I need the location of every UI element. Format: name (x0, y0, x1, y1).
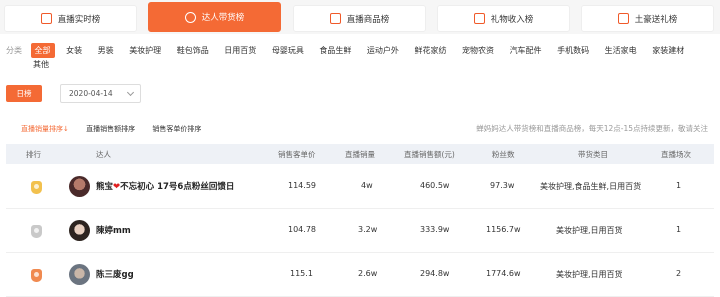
unit-price: 104.78 (288, 225, 316, 234)
chevron-down-icon (126, 88, 135, 97)
gift-icon (473, 13, 485, 24)
page: 直播实时榜 达人带货榜 直播商品榜 礼物收入榜 土豪送礼榜 分类 全部 女装 男… (0, 0, 720, 297)
sort-by-unit-price[interactable]: 销售客单价排序 (152, 124, 201, 134)
unit-price: 115.1 (290, 269, 313, 278)
daily-rank-button[interactable]: 日榜 (6, 85, 42, 102)
tab-label: 直播实时榜 (57, 14, 101, 25)
header-category: 带货类目 (578, 150, 608, 159)
sales-amount: 294.8w (420, 269, 450, 278)
ranking-panel: 分类 全部 女装 男装 美妆护理 鞋包饰品 日用百货 母婴玩具 食品生鲜 运动户… (0, 34, 720, 297)
tab-live-products[interactable]: 直播商品榜 (293, 5, 426, 32)
session-count: 1 (676, 225, 682, 234)
date-select[interactable]: 2020-04-14 (60, 84, 141, 103)
sales-amount: 333.9w (420, 225, 450, 234)
avatar[interactable] (69, 176, 90, 197)
table-row[interactable]: 熊宝❤不忘初心 17号6点粉丝回馈日 114.59 4w 460.5w 97.3… (6, 165, 714, 209)
category-label: 分类 (6, 46, 22, 55)
tab-label: 礼物收入榜 (490, 14, 534, 25)
sales-volume: 2.6w (358, 269, 378, 278)
header-unit-price[interactable]: 销售客单价 (278, 149, 316, 160)
tab-label: 达人带货榜 (201, 13, 245, 23)
session-count: 1 (676, 181, 682, 190)
session-count: 2 (676, 269, 682, 278)
fans-count: 97.3w (490, 181, 515, 190)
influencer-name[interactable]: 陈三废gg (96, 268, 134, 280)
category-item[interactable]: 生活家电 (601, 43, 641, 58)
tab-live-realtime[interactable]: 直播实时榜 (4, 5, 137, 32)
header-sales[interactable]: 直播销售额(元) (404, 149, 455, 160)
influencer-name[interactable]: 熊宝❤不忘初心 17号6点粉丝回馈日 (96, 180, 234, 192)
avatar[interactable] (69, 264, 90, 285)
category-item[interactable]: 家装建材 (648, 43, 688, 58)
category-tags: 美妆护理,日用百货 (556, 270, 623, 279)
category-filter: 分类 全部 女装 男装 美妆护理 鞋包饰品 日用百货 母婴玩具 食品生鲜 运动户… (6, 43, 716, 58)
influencer-name[interactable]: 陳婷mm (96, 224, 131, 236)
category-item[interactable]: 女装 (62, 43, 86, 58)
sales-amount: 460.5w (420, 181, 450, 190)
unit-price: 114.59 (288, 181, 316, 190)
gold-medal-icon (31, 181, 42, 194)
tab-gift-income[interactable]: 礼物收入榜 (437, 5, 570, 32)
bronze-medal-icon (31, 269, 42, 282)
fans-count: 1774.6w (486, 269, 521, 278)
header-fans[interactable]: 粉丝数 (492, 149, 515, 160)
category-item[interactable]: 手机数码 (553, 43, 593, 58)
category-item[interactable]: 日用百货 (220, 43, 260, 58)
category-filter-row2: 其他 (29, 59, 58, 70)
ranking-tabs: 直播实时榜 达人带货榜 直播商品榜 礼物收入榜 土豪送礼榜 (0, 0, 720, 34)
sales-volume: 4w (361, 181, 373, 190)
shopping-bag-icon (329, 13, 341, 24)
silver-medal-icon (31, 225, 42, 238)
header-influencer: 达人 (96, 150, 111, 159)
header-volume[interactable]: 直播销量 (345, 149, 375, 160)
tab-influencer-sales[interactable]: 达人带货榜 (148, 2, 281, 32)
category-item[interactable]: 美妆护理 (125, 43, 165, 58)
sales-volume: 3.2w (358, 225, 378, 234)
live-play-icon (40, 13, 52, 24)
category-item[interactable]: 运动户外 (363, 43, 403, 58)
sort-by-sales[interactable]: 直播销售额排序 (86, 124, 135, 134)
sort-by-volume[interactable]: 直播销量排序↓ (21, 124, 69, 134)
category-item[interactable]: 宠物农资 (458, 43, 498, 58)
tab-big-spenders[interactable]: 土豪送礼榜 (581, 5, 714, 32)
category-item[interactable]: 鞋包饰品 (173, 43, 213, 58)
table-header: 排行 达人 销售客单价 直播销量 直播销售额(元) 粉丝数 带货类目 直播场次 (6, 144, 714, 164)
category-item[interactable]: 母婴玩具 (268, 43, 308, 58)
date-value: 2020-04-14 (69, 89, 113, 98)
sort-options: 直播销量排序↓ 直播销售额排序 销售客单价排序 (21, 124, 216, 134)
category-item[interactable]: 汽车配件 (506, 43, 546, 58)
category-item[interactable]: 其他 (29, 59, 53, 70)
category-item[interactable]: 男装 (94, 43, 118, 58)
category-item[interactable]: 食品生鲜 (315, 43, 355, 58)
header-sessions: 直播场次 (661, 150, 691, 159)
fans-count: 1156.7w (486, 225, 521, 234)
avatar[interactable] (69, 220, 90, 241)
category-item[interactable]: 鲜花家纺 (410, 43, 450, 58)
category-all[interactable]: 全部 (30, 43, 55, 58)
table-row[interactable]: 陈三废gg 115.1 2.6w 294.8w 1774.6w 美妆护理,日用百… (6, 253, 714, 297)
heart-tag-icon (184, 11, 196, 23)
tab-label: 直播商品榜 (346, 14, 390, 25)
category-tags: 美妆护理,食品生鲜,日用百货 (540, 182, 642, 191)
money-bag-icon (617, 13, 629, 24)
category-tags: 美妆护理,日用百货 (556, 226, 623, 235)
header-rank: 排行 (26, 150, 41, 159)
update-note: 蝉妈妈达人带货榜和直播商品榜，每天12点-15点持续更新，敬请关注 (476, 124, 708, 133)
table-row[interactable]: 陳婷mm 104.78 3.2w 333.9w 1156.7w 美妆护理,日用百… (6, 209, 714, 253)
tab-label: 土豪送礼榜 (634, 14, 678, 25)
